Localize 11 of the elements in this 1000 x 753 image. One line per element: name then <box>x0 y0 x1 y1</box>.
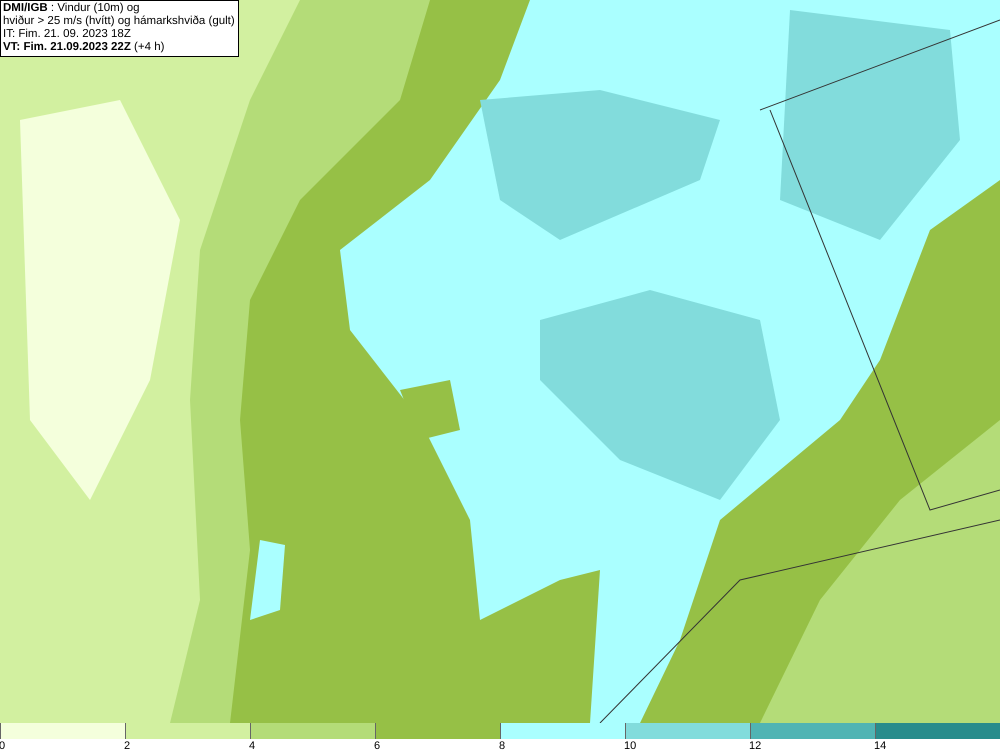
caption-line: DMI/IGB : Vindur (10m) og <box>3 2 141 15</box>
legend-tick-label: 8 <box>499 739 506 753</box>
legend-tick-label: 6 <box>374 739 380 753</box>
caption-line: IT: Fim. 21. 09. 2023 18Z <box>3 28 132 41</box>
legend-tick-label: 14 <box>874 739 886 753</box>
legend-tick-label: 12 <box>749 739 762 753</box>
caption-line: hviður > 25 m/s (hvítt) og hámarkshviða (gult) <box>3 15 235 28</box>
legend-tick-label: 10 <box>624 739 636 753</box>
caption-line: VT: Fim. 21.09.2023 22Z (+4 h) <box>3 41 166 54</box>
legend-tick-label: 4 <box>249 739 256 753</box>
legend-tick-label: 2 <box>124 739 130 753</box>
